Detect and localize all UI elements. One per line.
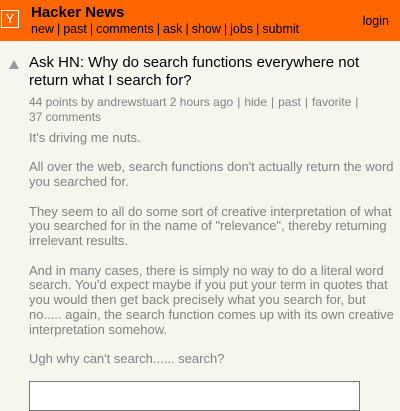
site-name-link[interactable]: Hacker News	[31, 4, 124, 22]
story-text-paragraph: It's driving me nuts.	[29, 130, 141, 145]
nav-links: new | past | comments | ask | show | jobs | submit	[31, 22, 300, 36]
comments-link[interactable]: 37 comments	[29, 110, 101, 124]
nav-comments[interactable]: comments	[96, 22, 154, 36]
past-link[interactable]: past	[278, 95, 301, 109]
story-text-paragraph: And in many cases, there is simply no wa…	[29, 262, 394, 337]
story-title[interactable]: Ask HN: Why do search functions everywhe…	[29, 54, 400, 90]
favorite-link[interactable]: favorite	[312, 95, 351, 109]
nav-show[interactable]: show	[192, 22, 221, 36]
nav-new[interactable]: new	[31, 22, 54, 36]
nav-submit[interactable]: submit	[262, 22, 299, 36]
nav-past[interactable]: past	[63, 22, 87, 36]
login-link[interactable]: login	[363, 13, 389, 29]
reply-textarea[interactable]	[29, 381, 360, 411]
story-text-paragraph: All over the web, search functions don't…	[29, 159, 394, 190]
story-age-link[interactable]: 2 hours ago	[170, 95, 233, 109]
story-text: It's driving me nuts. All over the web, …	[29, 130, 400, 367]
story-author-link[interactable]: andrewstuart	[97, 95, 166, 109]
story-text-paragraph: Ugh why can't search...... search?	[29, 351, 225, 367]
top-bar: Y Hacker News new | past | comments | ask | show…	[0, 0, 400, 41]
nav-ask[interactable]: ask	[163, 22, 182, 36]
story-points: 44 points	[29, 95, 78, 109]
upvote-arrow-icon[interactable]	[9, 60, 19, 69]
by-label: by	[81, 95, 94, 109]
y-logo-icon[interactable]: Y	[1, 10, 19, 28]
hide-link[interactable]: hide	[244, 95, 267, 109]
nav-jobs[interactable]: jobs	[230, 22, 253, 36]
story-text-paragraph: They seem to all do some sort of creativ…	[29, 203, 392, 249]
story-subtext: 44 points by andrewstuart 2 hours ago | hi…	[29, 95, 359, 124]
